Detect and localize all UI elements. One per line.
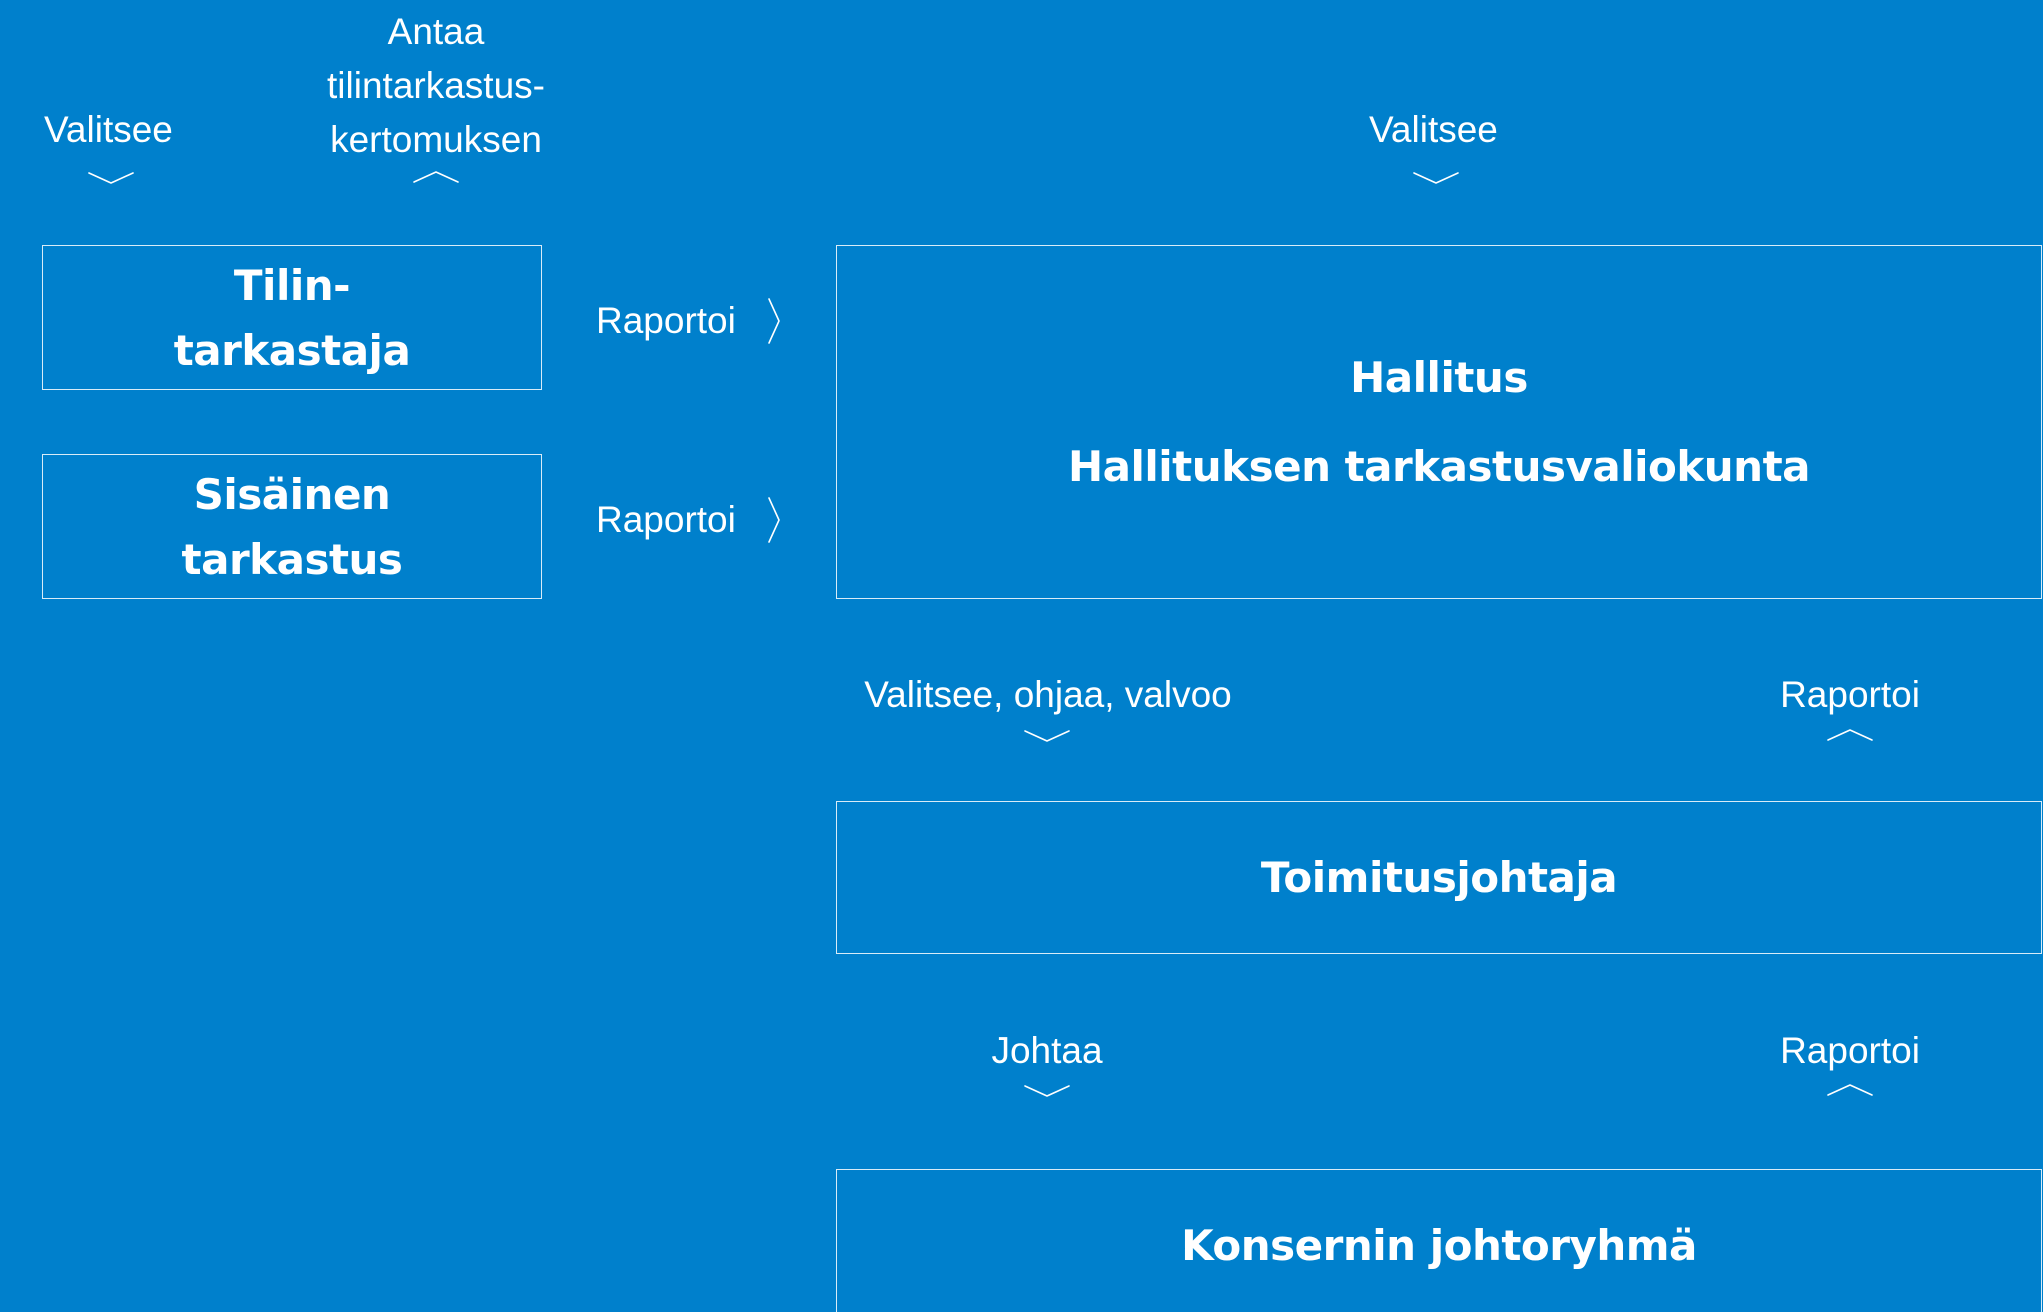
chevron-down-icon [1024,1085,1070,1097]
ceo-title: Toimitusjohtaja [1260,853,1618,902]
board-box: Hallitus Hallituksen tarkastusvaliokunta [836,245,2042,599]
chevron-down-icon [88,172,134,184]
internal-audit-title-line-1: Sisäinen [193,469,391,519]
auditor-reports-label: Raportoi [596,300,736,341]
board-title: Hallitus [1350,353,1528,402]
internal-reports-label: Raportoi [596,499,736,540]
audit-report-line-2: tilintarkastus- [327,65,545,106]
audit-report-label: Antaa tilintarkastus- kertomuksen [316,5,556,167]
chevron-up-icon [1827,729,1873,741]
ceo-box: Toimitusjohtaja [836,801,2042,954]
group-management-title: Konsernin johtoryhmä [1181,1221,1697,1270]
auditor-selects-label: Valitsee [44,109,173,150]
auditor-title-line-2: tarkastaja [173,325,411,375]
group-management-box: Konsernin johtoryhmä [836,1169,2042,1312]
auditor-box: Tilin- tarkastaja [42,245,542,390]
governance-diagram: Valitsee Antaa tilintarkastus- kertomuks… [0,0,2043,1312]
chevron-up-icon [413,171,459,183]
audit-report-line-3: kertomuksen [330,119,542,160]
internal-audit-title-line-2: tarkastus [181,534,403,584]
audit-committee-title: Hallituksen tarkastusvaliokunta [1068,442,1811,491]
chevron-right-icon [768,298,780,344]
audit-report-line-1: Antaa [387,11,485,52]
management-reports-label: Raportoi [1780,1030,1920,1071]
ceo-leads-label: Johtaa [991,1030,1103,1071]
chevron-right-icon [768,497,780,543]
chevron-up-icon [1827,1084,1873,1096]
chevron-down-icon [1413,172,1459,184]
board-directs-label: Valitsee, ohjaa, valvoo [864,674,1232,715]
ceo-reports-label: Raportoi [1780,674,1920,715]
chevron-down-icon [1024,730,1070,742]
auditor-title-line-1: Tilin- [233,260,351,310]
internal-audit-box: Sisäinen tarkastus [42,454,542,599]
board-selects-label: Valitsee [1369,109,1498,150]
